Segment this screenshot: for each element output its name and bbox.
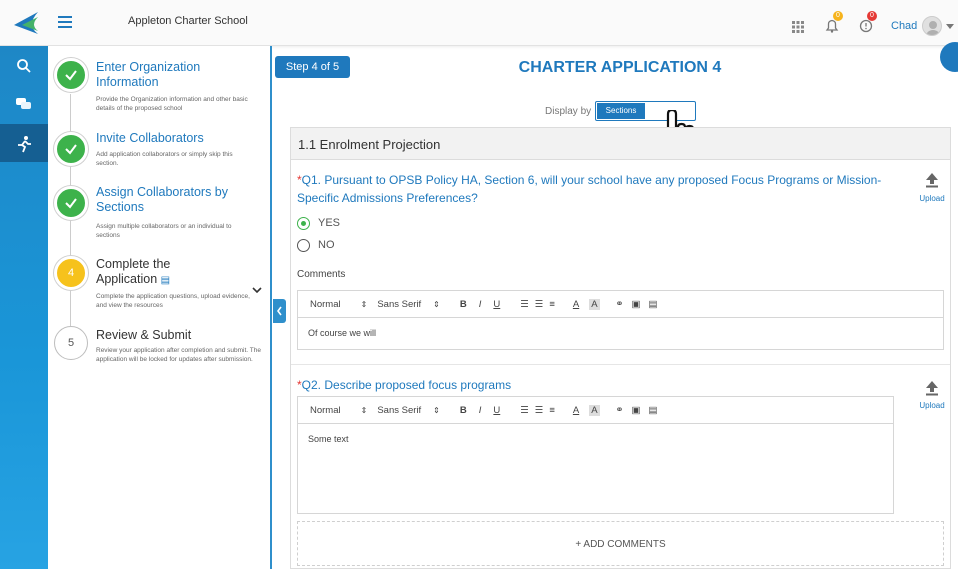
user-name[interactable]: Chad: [891, 20, 917, 32]
search-icon[interactable]: [16, 58, 32, 74]
notification-badge: 0: [833, 11, 843, 21]
bullet-list-icon[interactable]: ☰: [535, 405, 544, 416]
q1-yes-radio[interactable]: [297, 217, 310, 230]
format-select-arrows-icon[interactable]: ⇕: [361, 300, 368, 309]
q1-question: *Q1. Pursuant to OPSB Policy HA, Section…: [297, 171, 897, 207]
text-color-icon[interactable]: A: [573, 299, 579, 310]
q1-upload-button[interactable]: Upload: [915, 170, 949, 206]
link-icon[interactable]: ⚭: [616, 299, 624, 310]
format-select[interactable]: Normal: [310, 299, 341, 310]
underline-icon[interactable]: U: [493, 299, 500, 310]
italic-icon[interactable]: I: [479, 299, 482, 310]
q1-editor-toolbar: Normal ⇕ Sans Serif ⇕ B I U ☰ ☰ ≡ A A ⚭ …: [297, 290, 944, 318]
section-header: 1.1 Enrolment Projection: [291, 128, 950, 160]
apps-grid-icon[interactable]: [792, 20, 804, 33]
step-1-desc: Provide the Organization information and…: [96, 96, 248, 112]
background-color-icon[interactable]: A: [589, 404, 600, 416]
background-color-icon[interactable]: A: [589, 298, 600, 310]
ordered-list-icon[interactable]: ☰: [520, 299, 529, 310]
alert-icon[interactable]: 0: [858, 11, 877, 34]
q1-upload-label: Upload: [919, 194, 945, 203]
font-select[interactable]: Sans Serif: [377, 299, 421, 310]
step-4-desc: Complete the application questions, uplo…: [96, 293, 250, 309]
italic-icon[interactable]: I: [479, 405, 482, 416]
image-icon[interactable]: ▣: [632, 299, 641, 310]
app-logo-icon[interactable]: [8, 8, 42, 38]
q2-upload-button[interactable]: Upload: [915, 378, 949, 414]
step-4-number: 4: [54, 256, 88, 290]
upload-icon: [924, 380, 940, 396]
step-badge: Step 4 of 5: [275, 56, 350, 78]
comments-label: Comments: [297, 269, 346, 280]
video-icon[interactable]: ▤: [649, 405, 658, 416]
video-icon[interactable]: ▤: [649, 299, 658, 310]
step-1-title[interactable]: Enter Organization Information: [96, 60, 246, 90]
top-bar: Appleton Charter School 0 0 Chad: [0, 0, 958, 46]
collapse-panel-chevron-left-icon[interactable]: [273, 299, 286, 323]
page-title: CHARTER APPLICATION 4: [518, 59, 722, 76]
font-select-arrows-icon[interactable]: ⇕: [433, 300, 440, 309]
upload-icon: [924, 172, 940, 188]
step-3-check-icon: [54, 186, 88, 220]
bold-icon[interactable]: B: [460, 405, 467, 416]
step-2-title[interactable]: Invite Collaborators: [96, 131, 246, 146]
font-select-arrows-icon[interactable]: ⇕: [433, 406, 440, 415]
steps-panel: Enter Organization Information Provide t…: [48, 46, 270, 569]
q2-editor-toolbar: Normal ⇕ Sans Serif ⇕ B I U ☰ ☰ ≡ A A ⚭ …: [297, 396, 894, 424]
bold-icon[interactable]: B: [460, 299, 467, 310]
q1-yes-label[interactable]: YES: [318, 217, 340, 229]
q1-text: Q1. Pursuant to OPSB Policy HA, Section …: [297, 173, 882, 205]
q1-comment-text: Of course we will: [308, 328, 377, 338]
ordered-list-icon[interactable]: ☰: [520, 405, 529, 416]
step-5-desc: Review your application after completion…: [96, 347, 261, 363]
school-name: Appleton Charter School: [128, 15, 248, 27]
alert-badge: 0: [867, 11, 877, 21]
menu-icon[interactable]: [58, 16, 72, 28]
step-1-check-icon: [54, 58, 88, 92]
step-2-check-icon: [54, 132, 88, 166]
align-icon[interactable]: ≡: [549, 299, 555, 310]
user-menu-chevron-down-icon[interactable]: [946, 24, 954, 29]
step-2-desc: Add application collaborators or simply …: [96, 151, 233, 167]
q1-no-label[interactable]: NO: [318, 239, 335, 251]
step-3-desc: Assign multiple collaborators or an indi…: [96, 223, 232, 239]
step-4-chevron-down-icon[interactable]: [252, 280, 262, 294]
q2-body-text: Some text: [308, 434, 349, 444]
step-3-title[interactable]: Assign Collaborators by Sections: [96, 185, 246, 215]
align-icon[interactable]: ≡: [549, 405, 555, 416]
format-select[interactable]: Normal: [310, 405, 341, 416]
question-divider: [291, 364, 950, 365]
section-title: 1.1 Enrolment Projection: [298, 137, 441, 152]
font-select[interactable]: Sans Serif: [377, 405, 421, 416]
runner-nav-item[interactable]: [0, 124, 48, 162]
q1-yes-radio-dot: [300, 220, 306, 226]
step-4-title[interactable]: Complete the Application ▤: [96, 257, 206, 288]
bullet-list-icon[interactable]: ☰: [535, 299, 544, 310]
q2-upload-label: Upload: [919, 401, 945, 410]
q1-comment-editor[interactable]: Of course we will: [297, 318, 944, 350]
step-5-number: 5: [54, 326, 88, 360]
q2-editor[interactable]: Some text: [297, 424, 894, 514]
q2-question: *Q2. Describe proposed focus programs: [297, 378, 511, 392]
panel-divider: [270, 46, 272, 569]
display-by-label: Display by: [545, 106, 592, 117]
runner-icon: [15, 135, 33, 153]
format-select-arrows-icon[interactable]: ⇕: [361, 406, 368, 415]
link-icon[interactable]: ⚭: [616, 405, 624, 416]
image-icon[interactable]: ▣: [632, 405, 641, 416]
floating-action-button[interactable]: [940, 42, 958, 72]
q1-no-radio[interactable]: [297, 239, 310, 252]
notification-bell-icon[interactable]: 0: [824, 11, 843, 34]
sections-option[interactable]: Sections: [597, 103, 645, 119]
step-4-title-text: Complete the Application: [96, 257, 171, 286]
document-icon: ▤: [160, 275, 171, 286]
left-nav-rail: [0, 46, 48, 569]
text-color-icon[interactable]: A: [573, 405, 579, 416]
add-comments-button[interactable]: + ADD COMMENTS: [297, 521, 944, 566]
underline-icon[interactable]: U: [493, 405, 500, 416]
avatar[interactable]: [922, 16, 942, 36]
q2-text: Q2. Describe proposed focus programs: [301, 378, 512, 392]
step-5-title[interactable]: Review & Submit: [96, 328, 246, 343]
chat-icon[interactable]: [15, 96, 33, 112]
